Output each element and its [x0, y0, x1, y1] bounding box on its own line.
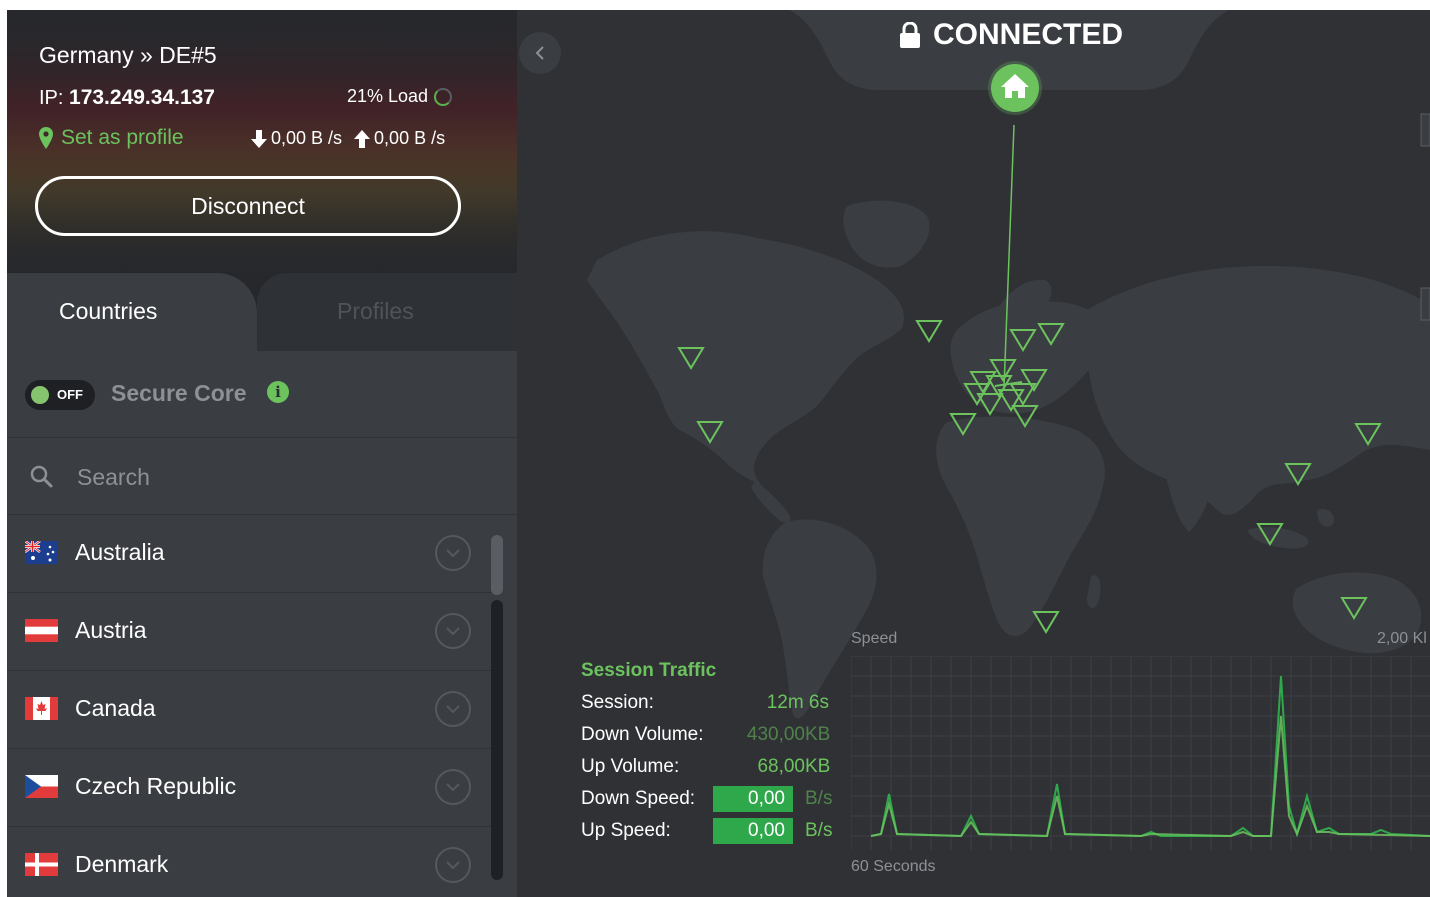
canada-flag-icon — [25, 697, 58, 720]
home-location-icon — [988, 61, 1042, 115]
lock-icon — [900, 22, 920, 48]
search-input[interactable] — [75, 458, 479, 496]
chevron-left-icon — [535, 46, 544, 60]
country-item-canada[interactable]: Canada — [7, 671, 491, 749]
up-speed-unit: B/s — [805, 820, 833, 841]
up-volume-label: Up Volume: — [581, 756, 680, 777]
sidebar: Germany » DE#5 IP: 173.249.34.137 21% Lo… — [7, 10, 517, 897]
session-traffic-panel: Session Traffic Session: 12m 6s Down Vol… — [581, 660, 851, 848]
chevron-down-icon[interactable] — [435, 691, 471, 727]
up-speed-value: 0,00 — [713, 818, 793, 844]
tab-countries-label: Countries — [59, 298, 158, 324]
country-name: Czech Republic — [75, 773, 237, 799]
server-name: Germany » DE#5 — [39, 42, 217, 68]
session-row: Session: 12m 6s — [581, 688, 851, 720]
denmark-flag-icon — [25, 853, 58, 876]
collapse-sidebar-button[interactable] — [519, 32, 561, 74]
australia-flag-icon — [25, 541, 58, 564]
secure-core-toggle[interactable]: OFF — [25, 380, 95, 410]
session-label: Session: — [581, 692, 654, 713]
secure-core-label: Secure Core — [111, 380, 247, 406]
country-list: Australia Austria Canada Czech Republic … — [7, 515, 491, 897]
up-speed-row: Up Speed: 0,00 B/s — [581, 816, 851, 848]
scrollbar-rail — [491, 600, 503, 880]
speed-indicator: 0,00 B /s 0,00 B /s — [251, 128, 445, 149]
country-name: Denmark — [75, 851, 169, 877]
connection-status: CONNECTED — [899, 18, 1123, 52]
tab-countries[interactable]: Countries — [7, 273, 257, 351]
session-traffic-title: Session Traffic — [581, 660, 717, 681]
down-speed-value: 0,00 — [713, 786, 793, 812]
down-speed-row: Down Speed: 0,00 B/s — [581, 784, 851, 816]
set-as-profile-link[interactable]: Set as profile — [39, 126, 184, 150]
chevron-down-icon[interactable] — [435, 847, 471, 883]
tab-bar: Countries Profiles — [7, 273, 517, 351]
speed-graph — [851, 656, 1430, 850]
country-name: Australia — [75, 539, 165, 565]
czech-flag-icon — [25, 775, 58, 798]
search-bar — [7, 438, 517, 515]
ip-value: 173.249.34.137 — [69, 86, 215, 109]
austria-flag-icon — [25, 619, 58, 642]
speed-graph-max: 2,00 Kl — [1377, 630, 1427, 647]
load-text: 21% Load — [347, 86, 429, 106]
download-arrow-icon — [251, 129, 267, 148]
set-as-profile-label: Set as profile — [61, 126, 184, 149]
tab-profiles-label: Profiles — [337, 298, 414, 324]
connection-header: Germany » DE#5 IP: 173.249.34.137 21% Lo… — [7, 10, 517, 273]
toggle-knob — [31, 386, 49, 404]
down-speed-label: Down Speed: — [581, 788, 696, 809]
chevron-down-icon[interactable] — [435, 769, 471, 805]
down-speed-unit: B/s — [805, 788, 833, 809]
secure-core-row: OFF Secure Core i — [7, 351, 517, 438]
disconnect-button[interactable]: Disconnect — [35, 176, 461, 236]
upload-arrow-icon — [354, 129, 371, 148]
country-item-australia[interactable]: Australia — [7, 515, 491, 593]
scrollbar-thumb[interactable] — [491, 535, 503, 595]
search-icon — [30, 465, 53, 488]
country-name: Austria — [75, 617, 147, 643]
download-speed: 0,00 B /s — [271, 128, 343, 148]
up-volume-row: Up Volume: 68,00 KB — [581, 752, 851, 784]
info-icon[interactable]: i — [267, 381, 289, 403]
country-item-denmark[interactable]: Denmark — [7, 827, 491, 897]
speed-graph-timespan: 60 Seconds — [851, 858, 936, 875]
load-ring-icon — [434, 87, 453, 106]
ip-label: IP: — [39, 87, 64, 109]
chevron-down-icon[interactable] — [435, 613, 471, 649]
down-volume-unit: KB — [805, 724, 831, 745]
up-speed-label: Up Speed: — [581, 820, 671, 841]
upload-speed: 0,00 B /s — [374, 128, 446, 148]
down-volume-value: 430,00 — [746, 724, 805, 745]
speed-graph-label: Speed — [851, 630, 898, 647]
server-load: 21% Load — [347, 86, 453, 107]
up-volume-value: 68,00 — [757, 756, 805, 777]
ip-address: IP: 173.249.34.137 — [39, 86, 215, 110]
tab-profiles[interactable]: Profiles — [257, 273, 517, 351]
session-value: 12m 6s — [766, 692, 829, 713]
chevron-down-icon[interactable] — [435, 535, 471, 571]
map-panel: CONNECTED Session Traffic Session: 12m 6… — [517, 10, 1430, 897]
country-item-czech-republic[interactable]: Czech Republic — [7, 749, 491, 827]
down-volume-row: Down Volume: 430,00 KB — [581, 720, 851, 752]
vpn-app-window: Germany » DE#5 IP: 173.249.34.137 21% Lo… — [7, 10, 1430, 897]
up-volume-unit: KB — [805, 756, 831, 777]
connection-status-label: CONNECTED — [933, 18, 1124, 51]
map-pin-icon — [39, 127, 53, 149]
country-item-austria[interactable]: Austria — [7, 593, 491, 671]
toggle-state: OFF — [57, 387, 83, 402]
down-volume-label: Down Volume: — [581, 724, 704, 745]
country-name: Canada — [75, 695, 156, 721]
